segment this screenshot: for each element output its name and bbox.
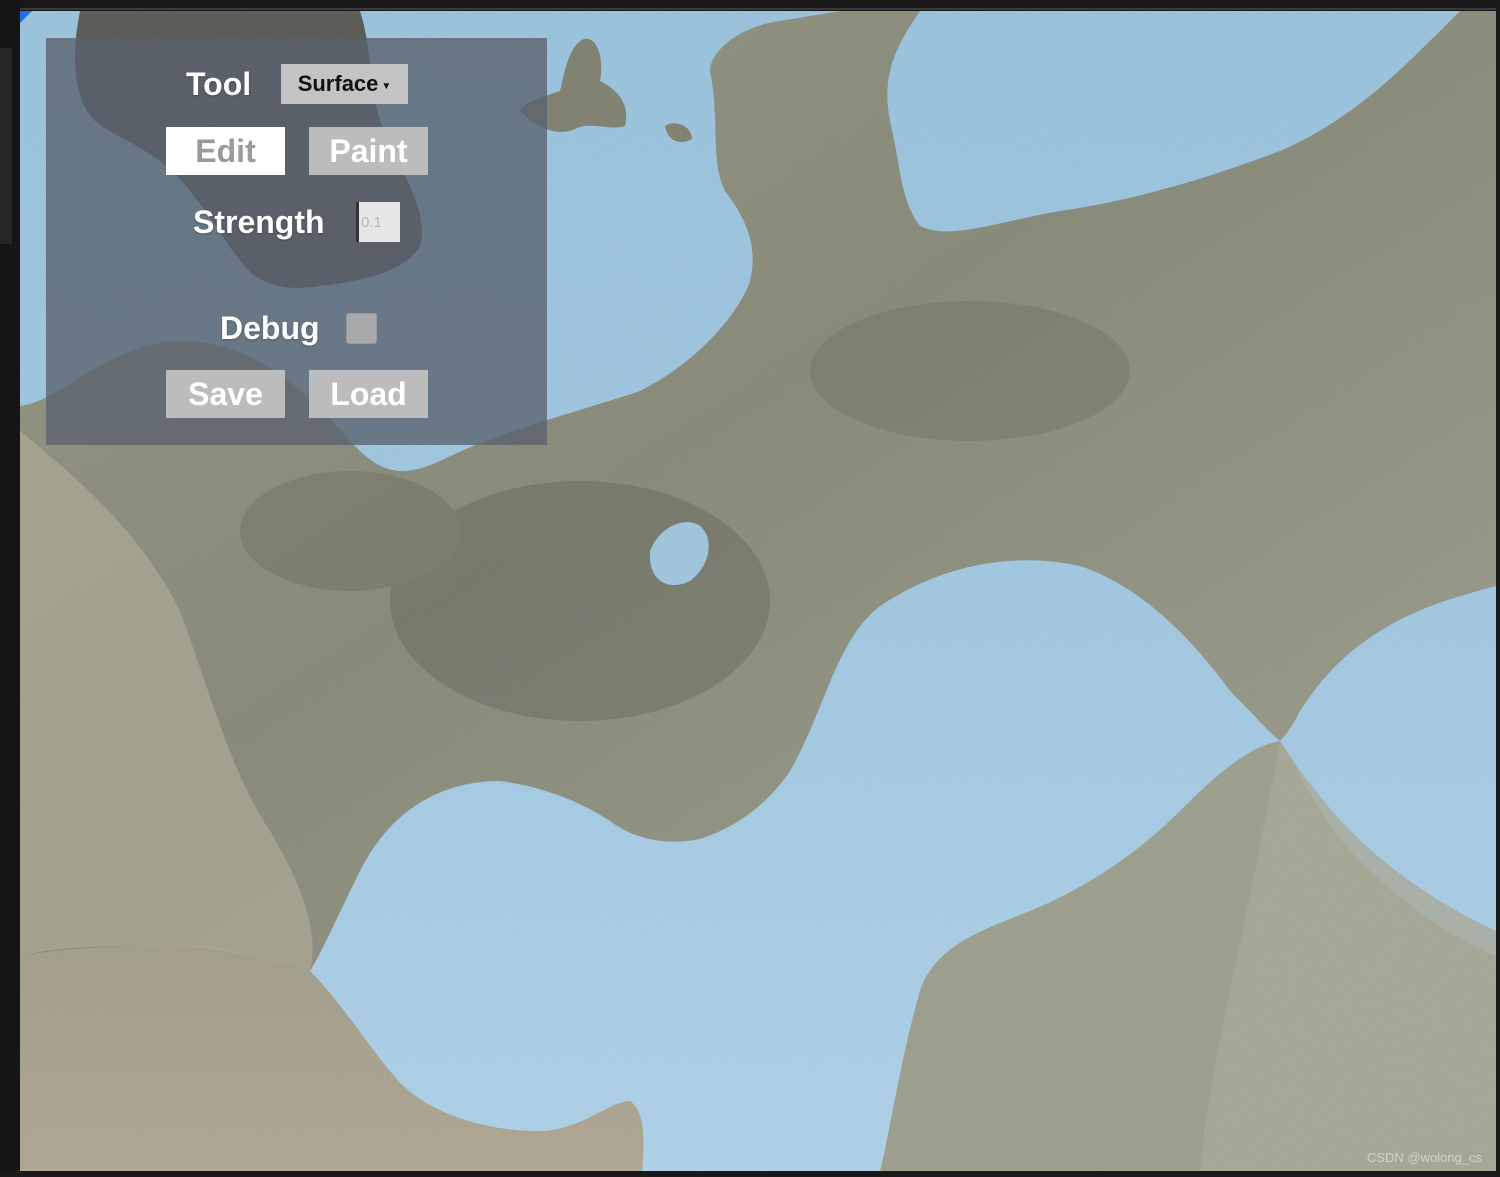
- debug-checkbox[interactable]: [346, 313, 377, 344]
- strength-input[interactable]: [356, 202, 400, 242]
- tool-dropdown[interactable]: Surface ▼: [281, 64, 408, 104]
- window-left-gutter: [0, 0, 20, 1177]
- strength-label: Strength: [193, 204, 325, 240]
- tool-dropdown-value: Surface: [297, 71, 379, 96]
- window-bottom-edge: [0, 1171, 1500, 1177]
- tool-label: Tool: [186, 66, 252, 102]
- load-button[interactable]: Load: [309, 370, 428, 418]
- tool-panel: Tool Surface ▼ Edit Paint Strength Debug…: [46, 38, 547, 445]
- chevron-down-icon: ▼: [381, 80, 392, 92]
- corner-marker: [20, 11, 32, 23]
- save-button[interactable]: Save: [166, 370, 285, 418]
- debug-label: Debug: [220, 310, 320, 346]
- paint-button[interactable]: Paint: [309, 127, 428, 175]
- edit-button[interactable]: Edit: [166, 127, 285, 175]
- window-right-edge: [1496, 0, 1500, 1177]
- watermark: CSDN @wolong_cs: [1366, 1150, 1482, 1165]
- gutter-bar: [0, 48, 12, 244]
- window-top-bar: [0, 0, 1500, 11]
- divider: [20, 8, 1500, 10]
